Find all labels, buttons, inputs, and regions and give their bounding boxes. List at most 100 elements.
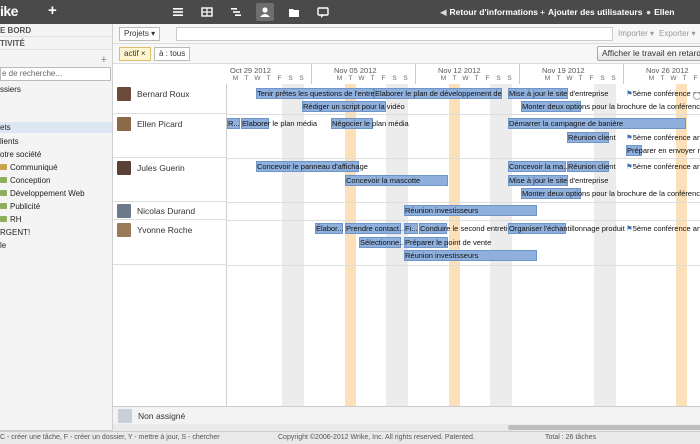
projects-dropdown[interactable]: Projets ▾ <box>119 27 161 41</box>
list-icon[interactable] <box>169 3 187 21</box>
day-letter: W <box>358 75 365 82</box>
week-label: Nov 26 2012 <box>646 66 689 75</box>
app-logo[interactable]: ike <box>0 3 18 19</box>
task-label[interactable]: Fi... <box>405 223 418 234</box>
dashboard-link[interactable]: E BORD <box>0 24 112 37</box>
task-label[interactable]: Concevoir la ma... <box>509 161 569 172</box>
day-letter: S <box>299 75 304 82</box>
week-label: Nov 12 2012 <box>438 66 481 75</box>
user-menu[interactable]: ● Ellen <box>646 7 674 17</box>
day-letter: F <box>277 75 282 82</box>
task-label[interactable]: Réunion investisseurs <box>405 205 478 216</box>
flag-icon: ⚑ <box>626 133 633 142</box>
task-label[interactable]: Préparer en envoyer not <box>627 145 700 156</box>
sidebar-item-publicite[interactable]: Publicité <box>0 201 40 212</box>
task-label[interactable]: Démarrer la campagne de banière <box>509 118 623 129</box>
horizontal-scrollbar[interactable] <box>113 424 700 431</box>
unassigned-row[interactable]: Non assigné <box>113 406 700 424</box>
task-label[interactable]: R... <box>228 118 240 129</box>
person-row[interactable]: Yvonne Roche <box>113 220 227 265</box>
task-label[interactable]: Elaborer le plan média <box>242 118 317 129</box>
sidebar-item-communique[interactable]: Communiqué <box>0 162 58 173</box>
filter-chip-active[interactable]: actif × <box>119 47 151 61</box>
day-letter: T <box>452 75 457 82</box>
table-icon[interactable] <box>198 3 216 21</box>
day-letter: T <box>266 75 271 82</box>
task-label[interactable]: Sélectionne... <box>360 237 405 248</box>
sidebar-item-rh[interactable]: RH <box>0 214 22 225</box>
sidebar-search-input[interactable]: e de recherche... <box>0 67 111 81</box>
task-label[interactable]: Rédiger un script pour la vidéo <box>303 101 405 112</box>
sidebar-item-urgent[interactable]: RGENT! <box>0 227 30 238</box>
feedback-link[interactable]: ◀ Retour d'informations <box>440 7 538 18</box>
row-divider <box>227 158 700 159</box>
task-total: Total : 26 tâches <box>545 434 596 441</box>
milestone-label[interactable]: ⚑5ème conférence annu <box>626 132 700 143</box>
milestone-label[interactable]: ⚑5ème conférence annu <box>626 223 700 234</box>
sidebar-item-other[interactable]: le <box>0 240 6 251</box>
filter-chip-assignee[interactable]: à : tous <box>154 47 191 61</box>
task-label[interactable]: Mise à jour le site d'entreprise <box>509 88 608 99</box>
task-label[interactable]: Tenir prêtes les questions de l'entretie… <box>257 88 387 99</box>
task-label[interactable]: Réunion investisseurs <box>405 250 478 261</box>
milestone-label[interactable]: ⚑5ème conférence annu <box>626 161 700 172</box>
task-label[interactable]: Conduire le second entretien <box>420 223 516 234</box>
person-icon[interactable] <box>256 3 274 21</box>
task-label[interactable]: Élabor... <box>316 223 344 234</box>
create-button[interactable]: + <box>48 2 57 19</box>
sidebar-item-folders[interactable]: ssiers <box>0 84 21 95</box>
sidebar-item-web-dev[interactable]: Développement Web <box>0 188 85 199</box>
scrollbar-thumb[interactable] <box>508 425 700 430</box>
activity-link[interactable]: TIVITÉ <box>0 37 112 50</box>
day-letter: F <box>381 75 386 82</box>
week-divider <box>311 64 312 84</box>
scroll-handle-icon[interactable] <box>693 92 700 100</box>
person-row[interactable]: Bernard Roux <box>113 84 227 114</box>
day-letter: M <box>440 75 447 82</box>
import-menu[interactable]: Importer ▾ <box>618 29 654 38</box>
megaphone-icon: ◀ <box>440 7 447 17</box>
sidebar-item-clients[interactable]: lients <box>0 136 19 147</box>
chat-icon[interactable] <box>314 3 332 21</box>
folder-icon <box>0 190 7 196</box>
task-label[interactable]: Prendre contact... <box>346 223 405 234</box>
task-label[interactable]: Concevoir la mascotte <box>346 175 420 186</box>
day-letter: M <box>336 75 343 82</box>
task-label[interactable]: Monter deux options pour la brochure de … <box>522 101 700 112</box>
gantt-icon[interactable] <box>227 3 245 21</box>
export-menu[interactable]: Exporter ▾ <box>659 29 695 38</box>
folder-icon[interactable] <box>285 3 303 21</box>
person-row[interactable]: Jules Guerin <box>113 158 227 202</box>
task-label[interactable]: Organiser l'échantillonnage produit <box>509 223 625 234</box>
avatar <box>117 117 131 131</box>
filter-search-input[interactable] <box>176 27 613 41</box>
day-letter: M <box>232 75 239 82</box>
day-letter: S <box>600 75 605 82</box>
add-folder-icon[interactable]: + <box>101 54 107 66</box>
task-label[interactable]: Monter deux options pour la brochure de … <box>522 188 700 199</box>
sidebar-item-projects[interactable]: ets <box>0 122 112 133</box>
chevron-down-icon: ▾ <box>151 29 156 38</box>
show-late-button[interactable]: Afficher le travail en retard <box>597 46 700 61</box>
sidebar-item-conception[interactable]: Conception <box>0 175 50 186</box>
week-divider <box>519 64 520 84</box>
task-label[interactable]: Négocier le plan média <box>332 118 409 129</box>
task-label[interactable]: Préparer le point de vente <box>405 237 491 248</box>
day-letter: T <box>682 75 687 82</box>
task-label[interactable]: Réunion client <box>568 132 616 143</box>
close-icon[interactable]: × <box>141 49 146 58</box>
person-row[interactable]: Ellen Picard <box>113 114 227 158</box>
task-label[interactable]: Mise à jour le site d'entreprise <box>509 175 608 186</box>
task-label[interactable]: Concevoir le panneau d'affichage <box>257 161 368 172</box>
day-letter: W <box>462 75 469 82</box>
milestone-label[interactable]: ⚑5ème conférence annu <box>626 88 700 99</box>
day-letter: T <box>244 75 249 82</box>
day-letter: F <box>589 75 594 82</box>
task-label[interactable]: Réunion client <box>568 161 616 172</box>
day-letter: F <box>485 75 490 82</box>
person-row[interactable]: Nicolas Durand <box>113 202 227 220</box>
row-divider <box>227 265 700 266</box>
add-users-link[interactable]: + Ajouter des utilisateurs <box>540 7 642 17</box>
task-label[interactable]: Elaborer le plan de développement de l'i… <box>375 88 502 99</box>
sidebar-item-company[interactable]: otre société <box>0 149 41 160</box>
